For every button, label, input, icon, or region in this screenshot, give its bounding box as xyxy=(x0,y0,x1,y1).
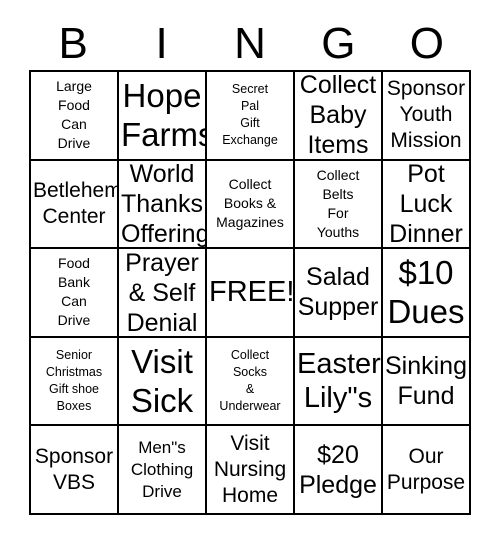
bingo-cell-label: Collect Books & Magazines xyxy=(216,176,284,231)
bingo-cell[interactable]: Secret Pal Gift Exchange xyxy=(207,72,295,161)
bingo-cell-label: Salad Supper xyxy=(297,263,379,322)
bingo-cell[interactable]: Visit Nursing Home xyxy=(207,426,295,515)
bingo-cell[interactable]: Large Food Can Drive xyxy=(31,72,119,161)
bingo-cell[interactable]: Salad Supper xyxy=(295,249,383,338)
bingo-cell[interactable]: Food Bank Can Drive xyxy=(31,249,119,338)
bingo-header-row: BINGO xyxy=(29,18,471,70)
bingo-cell[interactable]: Sinking Fund xyxy=(383,337,471,427)
bingo-cell-label: FREE! xyxy=(209,276,295,309)
bingo-cell-label: Sponsor Youth Mission xyxy=(386,77,466,153)
bingo-cell-label: Collect Socks & Underwear xyxy=(219,348,281,414)
bingo-cell[interactable]: Betlehem Center xyxy=(31,160,119,250)
bingo-cell-label: Sponsor VBS xyxy=(34,444,114,494)
bingo-cell[interactable]: Pot Luck Dinner xyxy=(383,160,471,250)
bingo-cell[interactable]: Visit Sick xyxy=(119,337,207,427)
bingo-cell-label: $20 Pledge xyxy=(299,440,377,499)
bingo-cell-label: Our Purpose xyxy=(386,444,466,494)
bingo-header-letter-g: G xyxy=(321,19,356,68)
bingo-header-letter-o: O xyxy=(409,19,444,68)
bingo-cell[interactable]: Hope Farms xyxy=(119,72,207,161)
bingo-cell[interactable]: Collect Baby Items xyxy=(295,72,383,161)
bingo-cell[interactable]: Collect Books & Magazines xyxy=(207,160,295,250)
bingo-header-letter-i: I xyxy=(155,19,168,68)
bingo-cell-label: Visit Nursing Home xyxy=(213,431,287,507)
bingo-header-letter-b: B xyxy=(58,19,88,68)
bingo-cell-label: Senior Christmas Gift shoe Boxes xyxy=(45,348,103,414)
bingo-cell-label: Secret Pal Gift Exchange xyxy=(222,82,278,148)
bingo-cell[interactable]: Collect Socks & Underwear xyxy=(207,337,295,427)
bingo-header-letter-n: N xyxy=(234,19,266,68)
bingo-cell-label: Large Food Can Drive xyxy=(56,78,92,152)
bingo-cell-label: World Thanks Offering xyxy=(121,160,207,248)
bingo-cell-label: Men"s Clothing Drive xyxy=(130,437,194,501)
bingo-free-cell[interactable]: FREE! xyxy=(207,249,295,338)
bingo-cell[interactable]: Sponsor Youth Mission xyxy=(383,72,471,161)
bingo-cell[interactable]: Collect Belts For Youths xyxy=(295,160,383,250)
bingo-cell-label: Collect Baby Items xyxy=(299,72,377,160)
bingo-cell-label: Hope Farms xyxy=(121,77,207,154)
bingo-cell-label: Sinking Fund xyxy=(385,352,467,411)
bingo-card: B I N G O Large Food Can Drive Hope Farms Secr… xyxy=(0,0,500,544)
bingo-cell-label: $10 Dues xyxy=(387,254,465,331)
bingo-cell[interactable]: Senior Christmas Gift shoe Boxes xyxy=(31,337,119,427)
bingo-cell-label: Prayer & Self Denial xyxy=(125,249,199,337)
bingo-cell[interactable]: Men"s Clothing Drive xyxy=(119,426,207,515)
bingo-cell-label: Easter Lily"s xyxy=(297,348,381,415)
bingo-cell-label: Visit Sick xyxy=(130,343,194,420)
bingo-cell[interactable]: Easter Lily"s xyxy=(295,337,383,427)
bingo-cell[interactable]: $20 Pledge xyxy=(295,426,383,515)
bingo-cell-label: Food Bank Can Drive xyxy=(57,255,91,329)
bingo-cell[interactable]: World Thanks Offering xyxy=(119,160,207,250)
bingo-cell[interactable]: Our Purpose xyxy=(383,426,471,515)
bingo-cell-label: Collect Belts For Youths xyxy=(316,166,360,240)
bingo-cell-label: Betlehem Center xyxy=(33,178,119,228)
bingo-cell-label: Pot Luck Dinner xyxy=(389,160,463,248)
bingo-cell[interactable]: Sponsor VBS xyxy=(31,426,119,515)
bingo-grid: Large Food Can Drive Hope Farms Secret Pal… xyxy=(29,70,471,515)
bingo-cell[interactable]: $10 Dues xyxy=(383,249,471,338)
bingo-cell[interactable]: Prayer & Self Denial xyxy=(119,249,207,338)
